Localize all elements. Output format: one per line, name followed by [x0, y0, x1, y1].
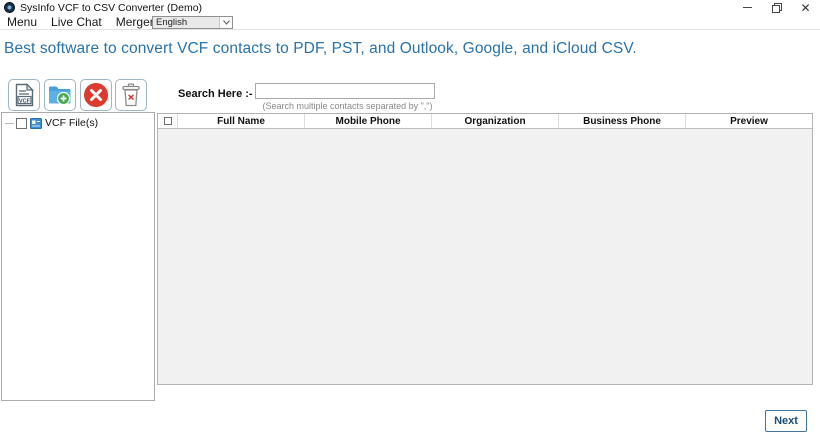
add-vcf-file-button[interactable]: VCF: [8, 79, 40, 111]
window-controls: ✕: [733, 0, 820, 15]
column-header-business-phone[interactable]: Business Phone: [559, 114, 686, 128]
minimize-icon: [743, 7, 752, 8]
close-icon: ✕: [800, 3, 810, 13]
vcf-file-icon: VCF: [13, 83, 35, 107]
column-header-full-name[interactable]: Full Name: [178, 114, 305, 128]
page-title: Best software to convert VCF contacts to…: [4, 40, 784, 58]
contacts-table: Full Name Mobile Phone Organization Busi…: [157, 113, 813, 385]
vcard-icon: [30, 118, 42, 129]
add-folder-button[interactable]: [44, 79, 76, 111]
restore-icon: [772, 3, 782, 13]
search-hint: (Search multiple contacts separated by "…: [255, 101, 440, 111]
menu-bar: Menu Live Chat Merger & Splitter English: [0, 15, 820, 30]
select-all-checkbox[interactable]: [164, 117, 172, 125]
trash-x-icon: [121, 83, 141, 107]
tree-root-item[interactable]: VCF File(s): [5, 116, 154, 130]
search-input[interactable]: [255, 83, 435, 99]
vcf-files-tree-panel: VCF File(s): [1, 112, 155, 401]
menu-item-live-chat[interactable]: Live Chat: [44, 15, 109, 29]
red-circle-x-icon: [83, 82, 109, 108]
tree-expander-stub: [5, 123, 14, 124]
language-dropdown[interactable]: English: [152, 16, 233, 29]
search-label: Search Here :-: [178, 88, 253, 100]
svg-text:VCF: VCF: [19, 98, 31, 104]
tree-root-checkbox[interactable]: [16, 118, 27, 129]
column-header-organization[interactable]: Organization: [432, 114, 559, 128]
app-window: SysInfo VCF to CSV Converter (Demo) ✕ Me…: [0, 0, 820, 437]
column-header-mobile-phone[interactable]: Mobile Phone: [305, 114, 432, 128]
close-button[interactable]: ✕: [791, 0, 820, 15]
minimize-button[interactable]: [733, 0, 762, 15]
contacts-table-body-empty: [158, 129, 812, 384]
language-selected-value: English: [153, 17, 219, 28]
menu-item-menu[interactable]: Menu: [0, 15, 44, 29]
window-title: SysInfo VCF to CSV Converter (Demo): [20, 2, 202, 14]
title-bar: SysInfo VCF to CSV Converter (Demo) ✕: [0, 0, 820, 15]
tree-root-label: VCF File(s): [45, 117, 98, 129]
remove-file-button[interactable]: [80, 79, 112, 111]
chevron-down-icon: [219, 17, 232, 28]
next-button[interactable]: Next: [765, 410, 807, 432]
app-logo-icon: [4, 2, 15, 13]
folder-plus-icon: [48, 84, 72, 106]
delete-all-button[interactable]: [115, 79, 147, 111]
restore-button[interactable]: [762, 0, 791, 15]
contacts-table-header: Full Name Mobile Phone Organization Busi…: [158, 114, 812, 129]
column-header-preview[interactable]: Preview: [686, 114, 812, 128]
select-all-header-cell: [158, 114, 178, 128]
